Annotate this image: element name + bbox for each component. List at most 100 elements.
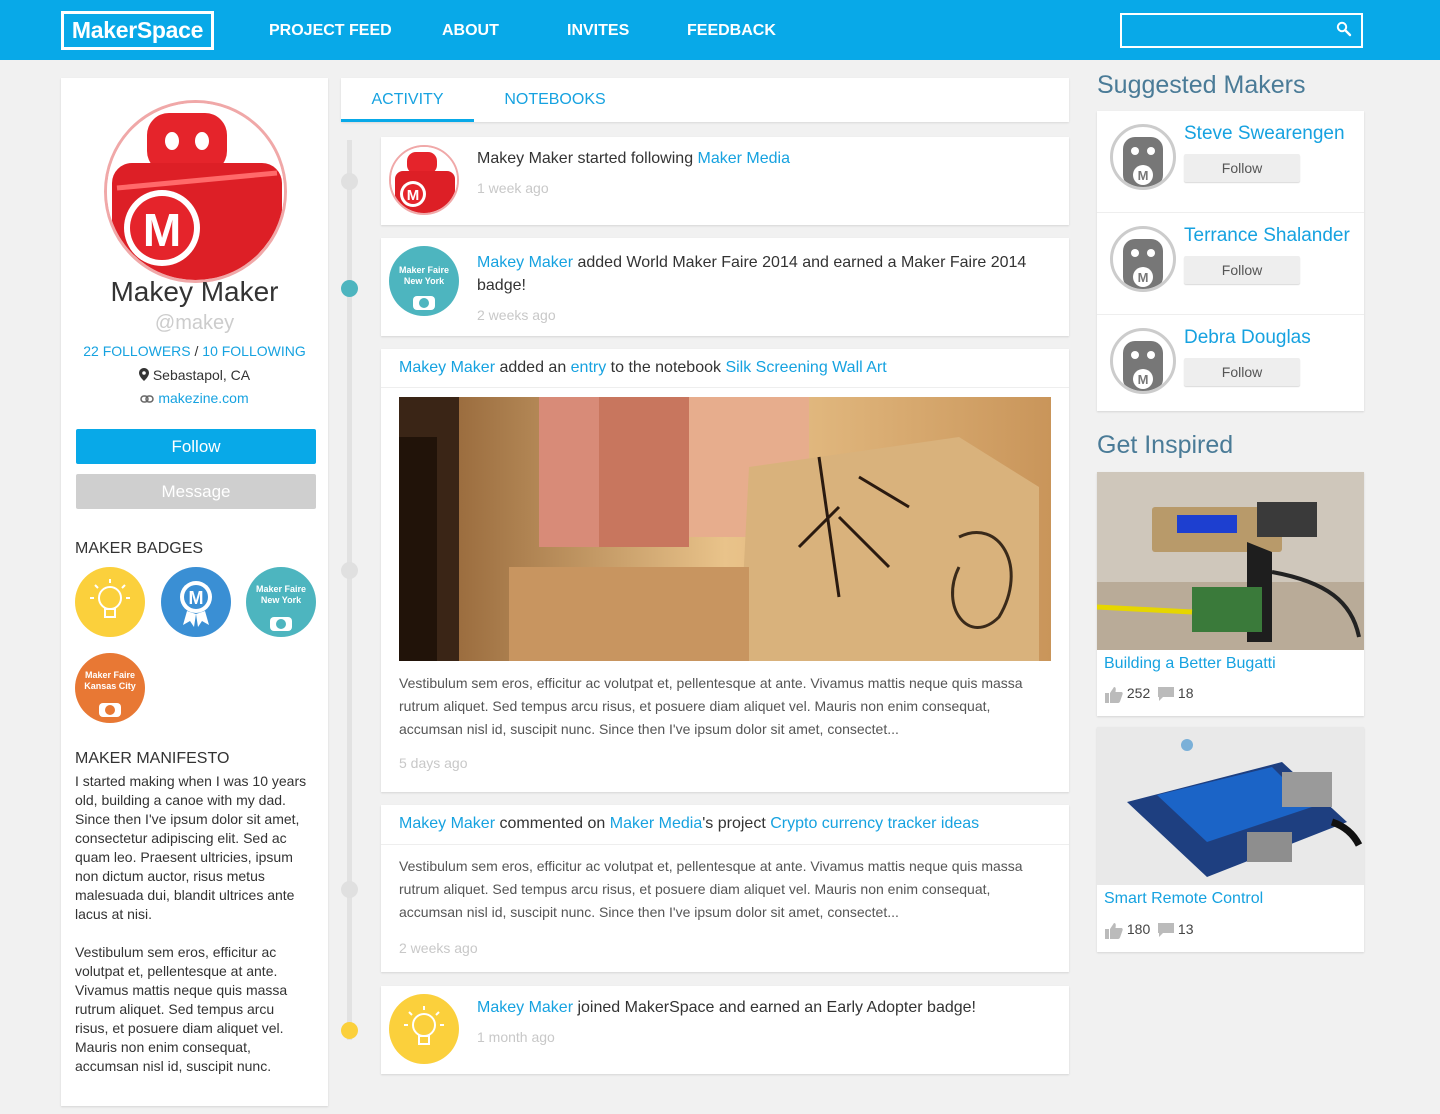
activity-timestamp: 2 weeks ago	[477, 307, 556, 323]
search-icon[interactable]	[1336, 21, 1352, 37]
lightbulb-badge[interactable]	[75, 567, 145, 637]
maker-rosette-icon: M	[180, 581, 212, 627]
robot-avatar-icon: M	[1123, 137, 1163, 187]
top-navbar: MakerSpace PROJECT FEED ABOUT INVITES FE…	[0, 0, 1440, 60]
actor-link[interactable]: Makey Maker	[477, 254, 573, 271]
profile-location: Sebastapol, CA	[61, 367, 328, 383]
inspire-project-card: Smart Remote Control 180 13	[1097, 727, 1364, 952]
message-button[interactable]: Message	[76, 474, 316, 509]
default-maker-avatar[interactable]: M	[1110, 328, 1176, 394]
activity-timestamp: 5 days ago	[399, 755, 468, 771]
stats-separator: /	[194, 343, 199, 359]
follow-stats: 22 FOLLOWERS / 10 FOLLOWING	[61, 343, 328, 359]
badges-title: MAKER BADGES	[75, 540, 204, 557]
maker-faire-badge-avatar[interactable]: Maker Faire New York	[389, 246, 459, 316]
suggested-makers-title: Suggested Makers	[1097, 71, 1306, 99]
activity-text: Makey Maker commented on Maker Media's p…	[399, 815, 979, 833]
maker-name-link[interactable]: Debra Douglas	[1184, 327, 1311, 349]
makey-avatar[interactable]: M	[389, 145, 459, 215]
text-part: to the notebook	[606, 359, 726, 376]
early-adopter-badge-avatar[interactable]	[389, 994, 459, 1064]
location-pin-icon	[138, 368, 149, 381]
maker-robot-icon	[270, 617, 292, 631]
timeline-dot	[341, 173, 358, 190]
nav-invites[interactable]: INVITES	[567, 22, 629, 40]
follow-maker-button[interactable]: Follow	[1184, 358, 1300, 386]
nav-about[interactable]: ABOUT	[442, 22, 499, 40]
notebook-link[interactable]: Silk Screening Wall Art	[725, 359, 886, 376]
activity-body: joined MakerSpace and earned an Early Ad…	[573, 999, 976, 1016]
text-part: commented on	[495, 815, 610, 832]
profile-name: Makey Maker	[110, 276, 279, 307]
nav-project-feed[interactable]: PROJECT FEED	[269, 22, 392, 40]
followed-user-link[interactable]: Maker Media	[698, 150, 790, 167]
nav-feedback[interactable]: FEEDBACK	[687, 22, 776, 40]
project-title-link[interactable]: Building a Better Bugatti	[1104, 655, 1276, 673]
manifesto-text: I started making when I was 10 years old…	[75, 772, 311, 1095]
maker-rosette-badge[interactable]: M	[161, 567, 231, 637]
actor-link[interactable]: Makey Maker	[399, 359, 495, 376]
likes-count: 252	[1126, 685, 1151, 701]
makerspace-logo[interactable]: MakerSpace	[61, 11, 214, 50]
divider	[381, 844, 1069, 845]
maker-robot-icon	[99, 703, 121, 717]
activity-prefix: Makey Maker started following	[477, 150, 698, 167]
silk-screening-photo[interactable]	[399, 397, 1051, 661]
actor-link[interactable]: Makey Maker	[399, 815, 495, 832]
text-part: 's project	[702, 815, 771, 832]
tab-activity[interactable]: ACTIVITY	[341, 78, 474, 122]
link-icon	[140, 395, 155, 403]
profile-card: M Makey Maker @makey 22 FOLLOWERS / 10 F…	[61, 78, 328, 1106]
comment-icon[interactable]	[1158, 923, 1175, 938]
project-title-link[interactable]: Smart Remote Control	[1104, 890, 1263, 908]
project-thumbnail[interactable]	[1097, 472, 1364, 650]
project-thumbnail[interactable]	[1097, 727, 1364, 885]
maker-faire-kansas-city-badge[interactable]: Maker Faire Kansas City	[75, 653, 145, 723]
following-link[interactable]: 10 FOLLOWING	[202, 343, 305, 359]
activity-timestamp: 1 week ago	[477, 180, 549, 196]
suggested-maker: M Terrance Shalander Follow	[1097, 213, 1364, 315]
feed-item-comment: Makey Maker commented on Maker Media's p…	[381, 805, 1069, 972]
profile-website[interactable]: makezine.com	[61, 390, 328, 406]
search-input[interactable]	[1120, 13, 1363, 48]
default-maker-avatar[interactable]: M	[1110, 124, 1176, 190]
default-maker-avatar[interactable]: M	[1110, 226, 1176, 292]
feed-item-badge: Maker Faire New York Makey Maker added W…	[381, 238, 1069, 336]
suggested-maker: M Steve Swearengen Follow	[1097, 111, 1364, 213]
manifesto-paragraph: I started making when I was 10 years old…	[75, 773, 307, 922]
followers-link[interactable]: 22 FOLLOWERS	[83, 343, 190, 359]
timeline-dot	[341, 881, 358, 898]
thumbs-up-icon[interactable]	[1104, 686, 1123, 703]
comment-icon[interactable]	[1158, 687, 1175, 702]
profile-handle: @makey	[154, 312, 235, 334]
tab-notebooks[interactable]: NOTEBOOKS	[491, 78, 619, 122]
project-link[interactable]: Crypto currency tracker ideas	[770, 815, 979, 832]
maker-name-link[interactable]: Terrance Shalander	[1184, 225, 1350, 247]
entry-link[interactable]: entry	[571, 359, 607, 376]
feed-item-follow: M Makey Maker started following Maker Me…	[381, 137, 1069, 225]
timeline-dot	[341, 562, 358, 579]
lightbulb-icon	[90, 579, 130, 618]
comments-count: 13	[1177, 921, 1194, 937]
maker-name-link[interactable]: Steve Swearengen	[1184, 123, 1345, 145]
lightbulb-icon	[404, 1006, 444, 1045]
thumbs-up-icon[interactable]	[1104, 922, 1123, 939]
svg-text:M: M	[407, 187, 420, 204]
follow-button[interactable]: Follow	[76, 429, 316, 464]
comment-excerpt: Vestibulum sem eros, efficitur ac volutp…	[399, 858, 1023, 920]
get-inspired-title: Get Inspired	[1097, 431, 1234, 459]
project-stats: 252 18	[1104, 685, 1194, 703]
activity-body-cont: badge!	[477, 277, 526, 294]
manifesto-title: MAKER MANIFESTO	[75, 750, 230, 767]
maker-faire-new-york-badge[interactable]: Maker Faire New York	[246, 567, 316, 637]
maker-robot-icon	[413, 296, 435, 310]
follow-maker-button[interactable]: Follow	[1184, 256, 1300, 284]
activity-timestamp: 2 weeks ago	[399, 940, 478, 956]
actor-link[interactable]: Makey Maker	[477, 999, 573, 1016]
text-part: added an	[495, 359, 571, 376]
svg-text:M: M	[189, 588, 204, 608]
project-owner-link[interactable]: Maker Media	[610, 815, 702, 832]
website-link[interactable]: makezine.com	[158, 390, 248, 406]
follow-maker-button[interactable]: Follow	[1184, 154, 1300, 182]
entry-excerpt: Vestibulum sem eros, efficitur ac volutp…	[399, 675, 1023, 737]
